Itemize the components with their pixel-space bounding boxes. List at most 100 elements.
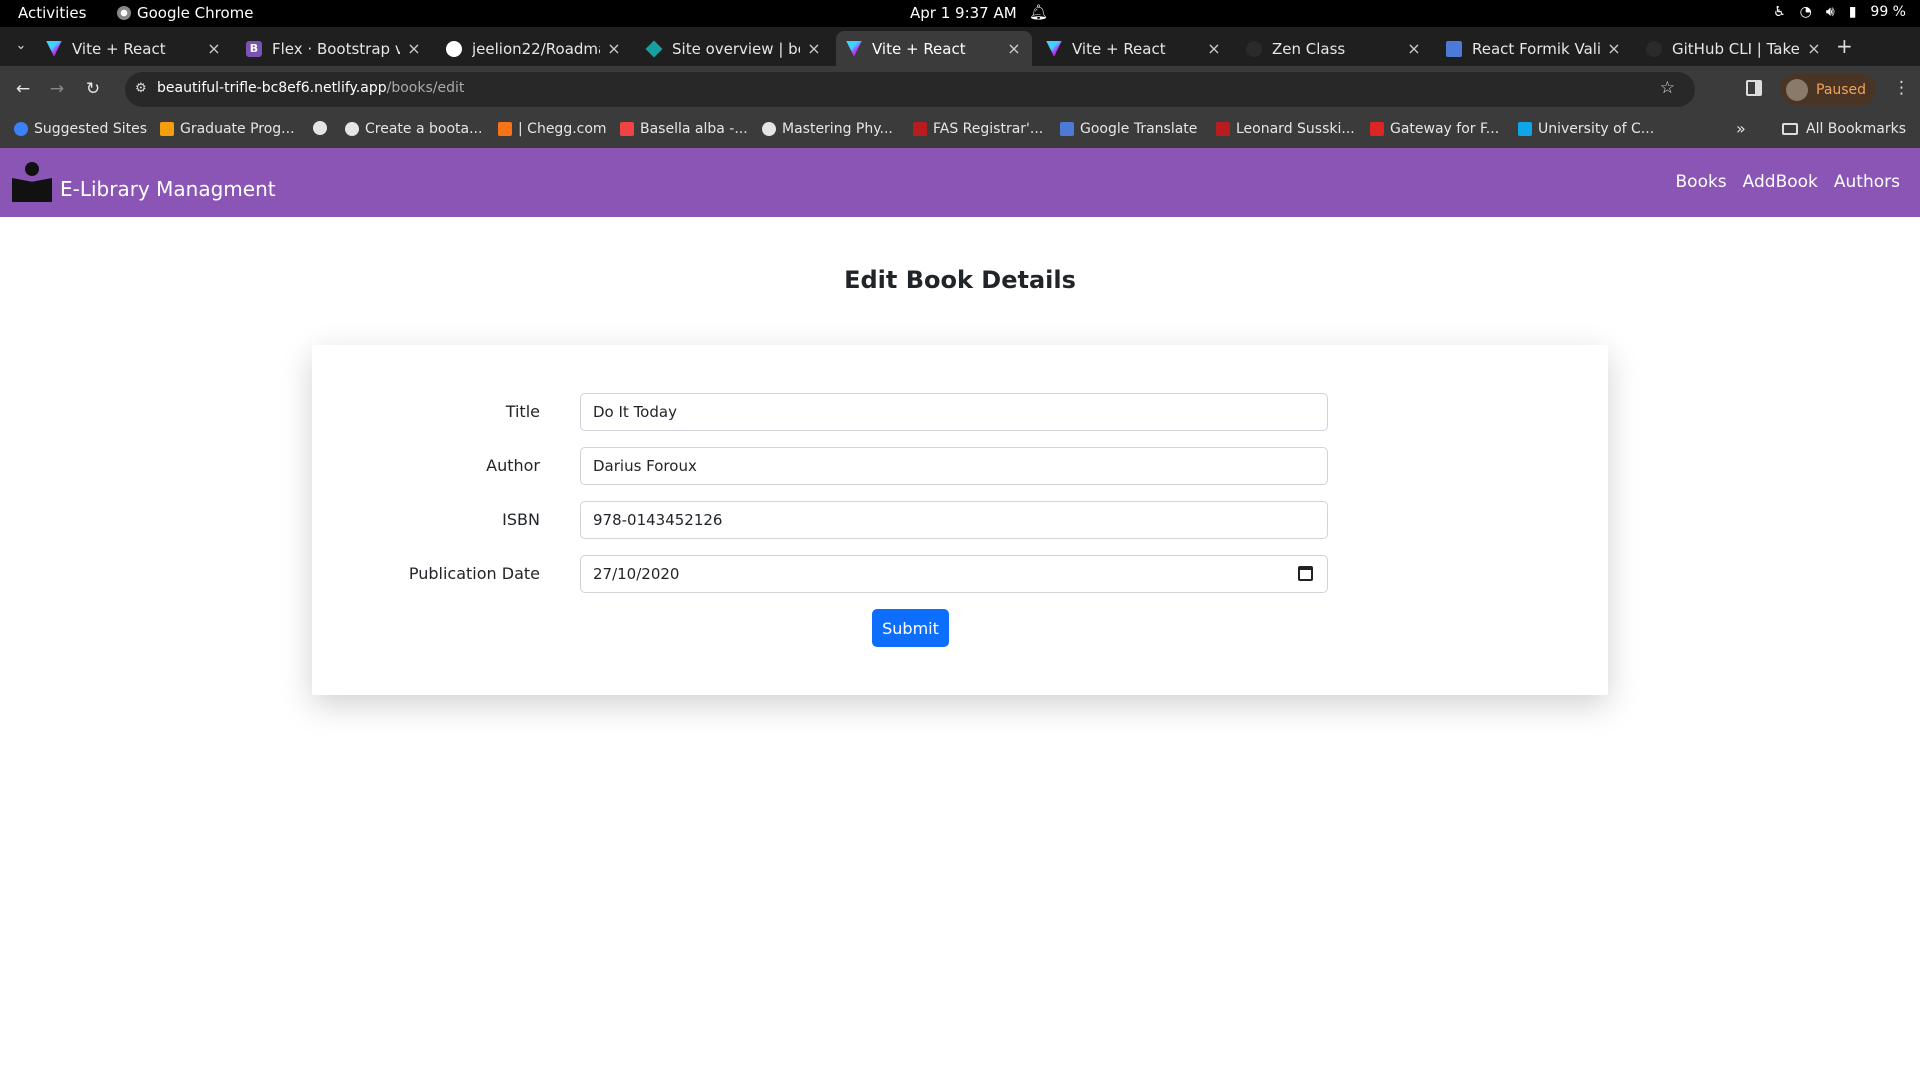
battery-icon: ▮ <box>1848 4 1857 20</box>
publication-date-input[interactable] <box>580 555 1328 593</box>
tab-search-chevron-down-icon[interactable]: ⌄ <box>10 35 32 57</box>
author-input[interactable] <box>580 447 1328 485</box>
tab[interactable]: Vite + React × <box>36 31 232 66</box>
title-label: Title <box>505 402 540 421</box>
edit-book-form-card: Title Author ISBN Publication Date Submi… <box>312 345 1608 695</box>
bookmark-item[interactable]: Gateway for F... <box>1370 121 1499 137</box>
tab[interactable]: Site overview | bea × <box>636 31 832 66</box>
bookmark-label: Suggested Sites <box>34 121 148 137</box>
bookmark-item[interactable]: University of C... <box>1518 121 1654 137</box>
close-icon[interactable]: × <box>806 39 822 58</box>
forward-arrow-icon[interactable]: → <box>46 78 68 100</box>
tab-title: Vite + React <box>872 39 966 58</box>
tab[interactable]: GitHub CLI | Take C × <box>1636 31 1832 66</box>
close-icon[interactable]: × <box>1806 39 1822 58</box>
tab-title: Vite + React <box>72 39 166 58</box>
brand-title: E-Library Managment <box>60 177 276 201</box>
bookmark-item[interactable]: Mastering Phy... <box>762 121 893 137</box>
netlify-icon <box>645 40 663 57</box>
bookmark-item[interactable] <box>313 121 333 135</box>
accessibility-icon[interactable]: ♿︎ <box>1773 4 1786 20</box>
browser-toolbar: ← → ↻ ⚙︎ beautiful-trifle-bc8ef6.netlify… <box>0 66 1920 113</box>
zen-icon <box>1246 40 1262 57</box>
nav-link-books[interactable]: Books <box>1676 172 1727 192</box>
site-info-icon[interactable]: ⚙︎ <box>135 81 147 96</box>
docs-icon <box>1446 40 1462 57</box>
back-arrow-icon[interactable]: ← <box>12 78 34 100</box>
isbn-input[interactable] <box>580 501 1328 539</box>
app-name: Google Chrome <box>137 4 254 22</box>
activities-button[interactable]: Activities <box>18 4 86 22</box>
form-row-isbn: ISBN <box>312 501 1608 539</box>
tab-strip: ⌄ Vite + React × B Flex · Bootstrap v5 ×… <box>0 27 1920 66</box>
bookmark-label: Google Translate <box>1080 121 1198 137</box>
bookmark-label: Leonard Susski... <box>1236 121 1355 137</box>
bookmark-item[interactable]: Google Translate <box>1060 121 1197 137</box>
tab-title: Flex · Bootstrap v5 <box>272 39 400 58</box>
close-icon[interactable]: × <box>1206 39 1222 58</box>
tab[interactable]: B Flex · Bootstrap v5 × <box>236 31 432 66</box>
wifi-icon[interactable]: ◔ <box>1800 4 1812 20</box>
nav-link-authors[interactable]: Authors <box>1834 172 1900 192</box>
tab[interactable]: Vite + React × <box>1036 31 1232 66</box>
bookmark-label: | Chegg.com <box>518 121 607 137</box>
address-bar[interactable]: ⚙︎ beautiful-trifle-bc8ef6.netlify.app/b… <box>125 72 1695 107</box>
vite-icon <box>46 40 62 57</box>
side-panel-icon[interactable] <box>1746 80 1762 96</box>
tab-title: Zen Class <box>1272 39 1346 58</box>
brand[interactable]: E-Library Managment <box>12 162 276 202</box>
graduate-icon <box>160 122 174 136</box>
folder-icon <box>1782 123 1798 135</box>
tab[interactable]: Zen Class × <box>1236 31 1432 66</box>
shield-icon <box>913 122 927 136</box>
app-menu[interactable]: Google Chrome <box>117 4 254 22</box>
kebab-menu-icon[interactable]: ⋮ <box>1893 78 1910 98</box>
bookmark-item[interactable]: | Chegg.com <box>498 121 607 137</box>
bookmark-item[interactable]: Graduate Prog... <box>160 121 295 137</box>
bookmark-label: FAS Registrar'... <box>933 121 1044 137</box>
tab-active[interactable]: Vite + React × <box>836 31 1032 66</box>
clock[interactable]: Apr 1 9:37 AM <box>910 4 1017 22</box>
bookmark-item[interactable]: Basella alba -... <box>620 121 748 137</box>
github-icon <box>446 40 462 57</box>
tab[interactable]: jeelion22/Roadmap × <box>436 31 632 66</box>
youtube-icon <box>620 122 634 136</box>
bookmark-label: Create a boota... <box>365 121 483 137</box>
system-tray[interactable]: ♿︎ ◔ 🔊︎ ▮ 99 % <box>1773 4 1906 20</box>
nav-link-addbook[interactable]: AddBook <box>1743 172 1818 192</box>
bookmark-label: University of C... <box>1538 121 1655 137</box>
tab-title: GitHub CLI | Take C <box>1672 39 1800 58</box>
bookmark-item[interactable]: Suggested Sites <box>14 121 147 137</box>
close-icon[interactable]: × <box>206 39 222 58</box>
bookmark-item[interactable]: Create a boota... <box>345 121 482 137</box>
profile-button[interactable]: Paused <box>1780 74 1876 105</box>
tab-title: Vite + React <box>1072 39 1166 58</box>
globe-icon <box>313 121 327 135</box>
vite-icon <box>846 40 862 57</box>
volume-icon[interactable]: 🔊︎ <box>1826 4 1835 20</box>
close-icon[interactable]: × <box>1006 39 1022 58</box>
nav-links: Books AddBook Authors <box>1676 172 1901 192</box>
bookmark-star-icon[interactable]: ☆ <box>1660 78 1675 98</box>
new-tab-plus-icon[interactable]: + <box>1836 34 1853 58</box>
close-icon[interactable]: × <box>1606 39 1622 58</box>
reload-icon[interactable]: ↻ <box>82 78 104 100</box>
more-bookmarks-chevron-icon[interactable]: » <box>1736 119 1746 138</box>
title-input[interactable] <box>580 393 1328 431</box>
translate-icon <box>1060 122 1074 136</box>
globe-icon <box>345 122 359 136</box>
all-bookmarks-button[interactable]: All Bookmarks <box>1782 121 1906 137</box>
search-icon <box>14 122 28 136</box>
close-icon[interactable]: × <box>606 39 622 58</box>
tab[interactable]: React Formik Valid × <box>1436 31 1632 66</box>
stanford-icon <box>1216 122 1230 136</box>
submit-button[interactable]: Submit <box>872 609 949 647</box>
avatar <box>1786 78 1808 101</box>
close-icon[interactable]: × <box>406 39 422 58</box>
bookmark-label: Basella alba -... <box>640 121 748 137</box>
bookmark-item[interactable]: FAS Registrar'... <box>913 121 1043 137</box>
bookmark-item[interactable]: Leonard Susski... <box>1216 121 1355 137</box>
url-text[interactable]: beautiful-trifle-bc8ef6.netlify.app/book… <box>157 80 464 96</box>
notification-bell-icon[interactable]: 🔔︎ <box>1029 3 1048 21</box>
close-icon[interactable]: × <box>1406 39 1422 58</box>
